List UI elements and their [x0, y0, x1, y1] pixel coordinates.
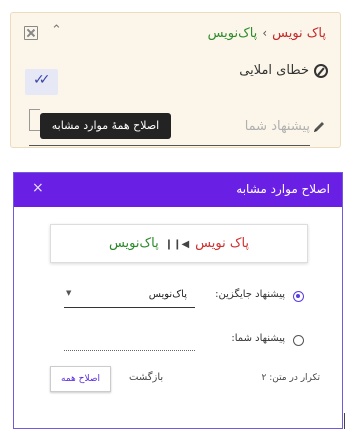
suggested-replacement-label: پیشنهاد جایگزین: — [215, 289, 285, 300]
dropdown-caret-icon: ▼ — [66, 289, 72, 297]
fix-similar-dialog: اصلاح موارد مشابه × پاک نویس ◀❙❙ پاک‌نویس … — [13, 172, 343, 429]
close-icon[interactable]: × — [32, 180, 44, 196]
your-suggestion-label: پیشنهاد شما: — [231, 333, 285, 344]
preview-old-word: پاک نویس — [195, 236, 250, 251]
error-type-row: خطای املایی — [239, 63, 328, 78]
double-check-icon: ✓✓ — [33, 72, 51, 88]
your-suggestion-input[interactable] — [64, 330, 195, 351]
correct-word[interactable]: پاک‌نویس — [208, 26, 258, 41]
preview-text: پاک نویس ◀❙❙ پاک‌نویس — [51, 236, 307, 251]
replacement-select[interactable]: پاک‌نویس ▼ — [64, 282, 195, 308]
dialog-title: اصلاح موارد مشابه — [236, 182, 330, 196]
no-entry-icon — [314, 63, 328, 78]
dismiss-icon[interactable] — [24, 26, 38, 40]
radio-your-suggestion[interactable] — [293, 335, 304, 346]
accept-all-button[interactable]: ✓✓ — [25, 69, 58, 95]
replacement-preview: پاک نویس ◀❙❙ پاک‌نویس — [50, 224, 308, 263]
wrong-word: پاک نویس — [272, 26, 326, 41]
fix-all-button[interactable]: اصلاح همه — [50, 366, 111, 392]
arrow-icon: ◀❙❙ — [164, 239, 190, 250]
chevron-up-icon[interactable]: ⌃ — [51, 23, 62, 38]
radio-suggested-replacement[interactable] — [293, 291, 304, 302]
correction-breadcrumb: پاک نویس › پاک‌نویس — [208, 26, 326, 41]
error-type-label: خطای املایی — [239, 63, 309, 78]
breadcrumb-separator: › — [262, 26, 268, 40]
occurrence-count: تکرار در متن: ۲ — [261, 373, 321, 383]
text-cursor — [344, 413, 345, 429]
suggestion-card: ⌃ پاک نویس › پاک‌نویس خطای املایی ✓✓ پیشنه… — [10, 12, 341, 148]
preview-new-word: پاک‌نویس — [108, 236, 159, 251]
back-button[interactable]: بازگشت — [129, 372, 163, 383]
input-left-edge — [29, 109, 40, 131]
fix-all-tooltip: اصلاح همهٔ موارد مشابه — [40, 113, 171, 139]
suggestion-placeholder: پیشنهاد شما — [244, 119, 310, 134]
dialog-header: اصلاح موارد مشابه × — [14, 173, 342, 207]
replacement-select-value: پاک‌نویس — [148, 289, 187, 300]
pencil-icon[interactable] — [312, 120, 326, 134]
